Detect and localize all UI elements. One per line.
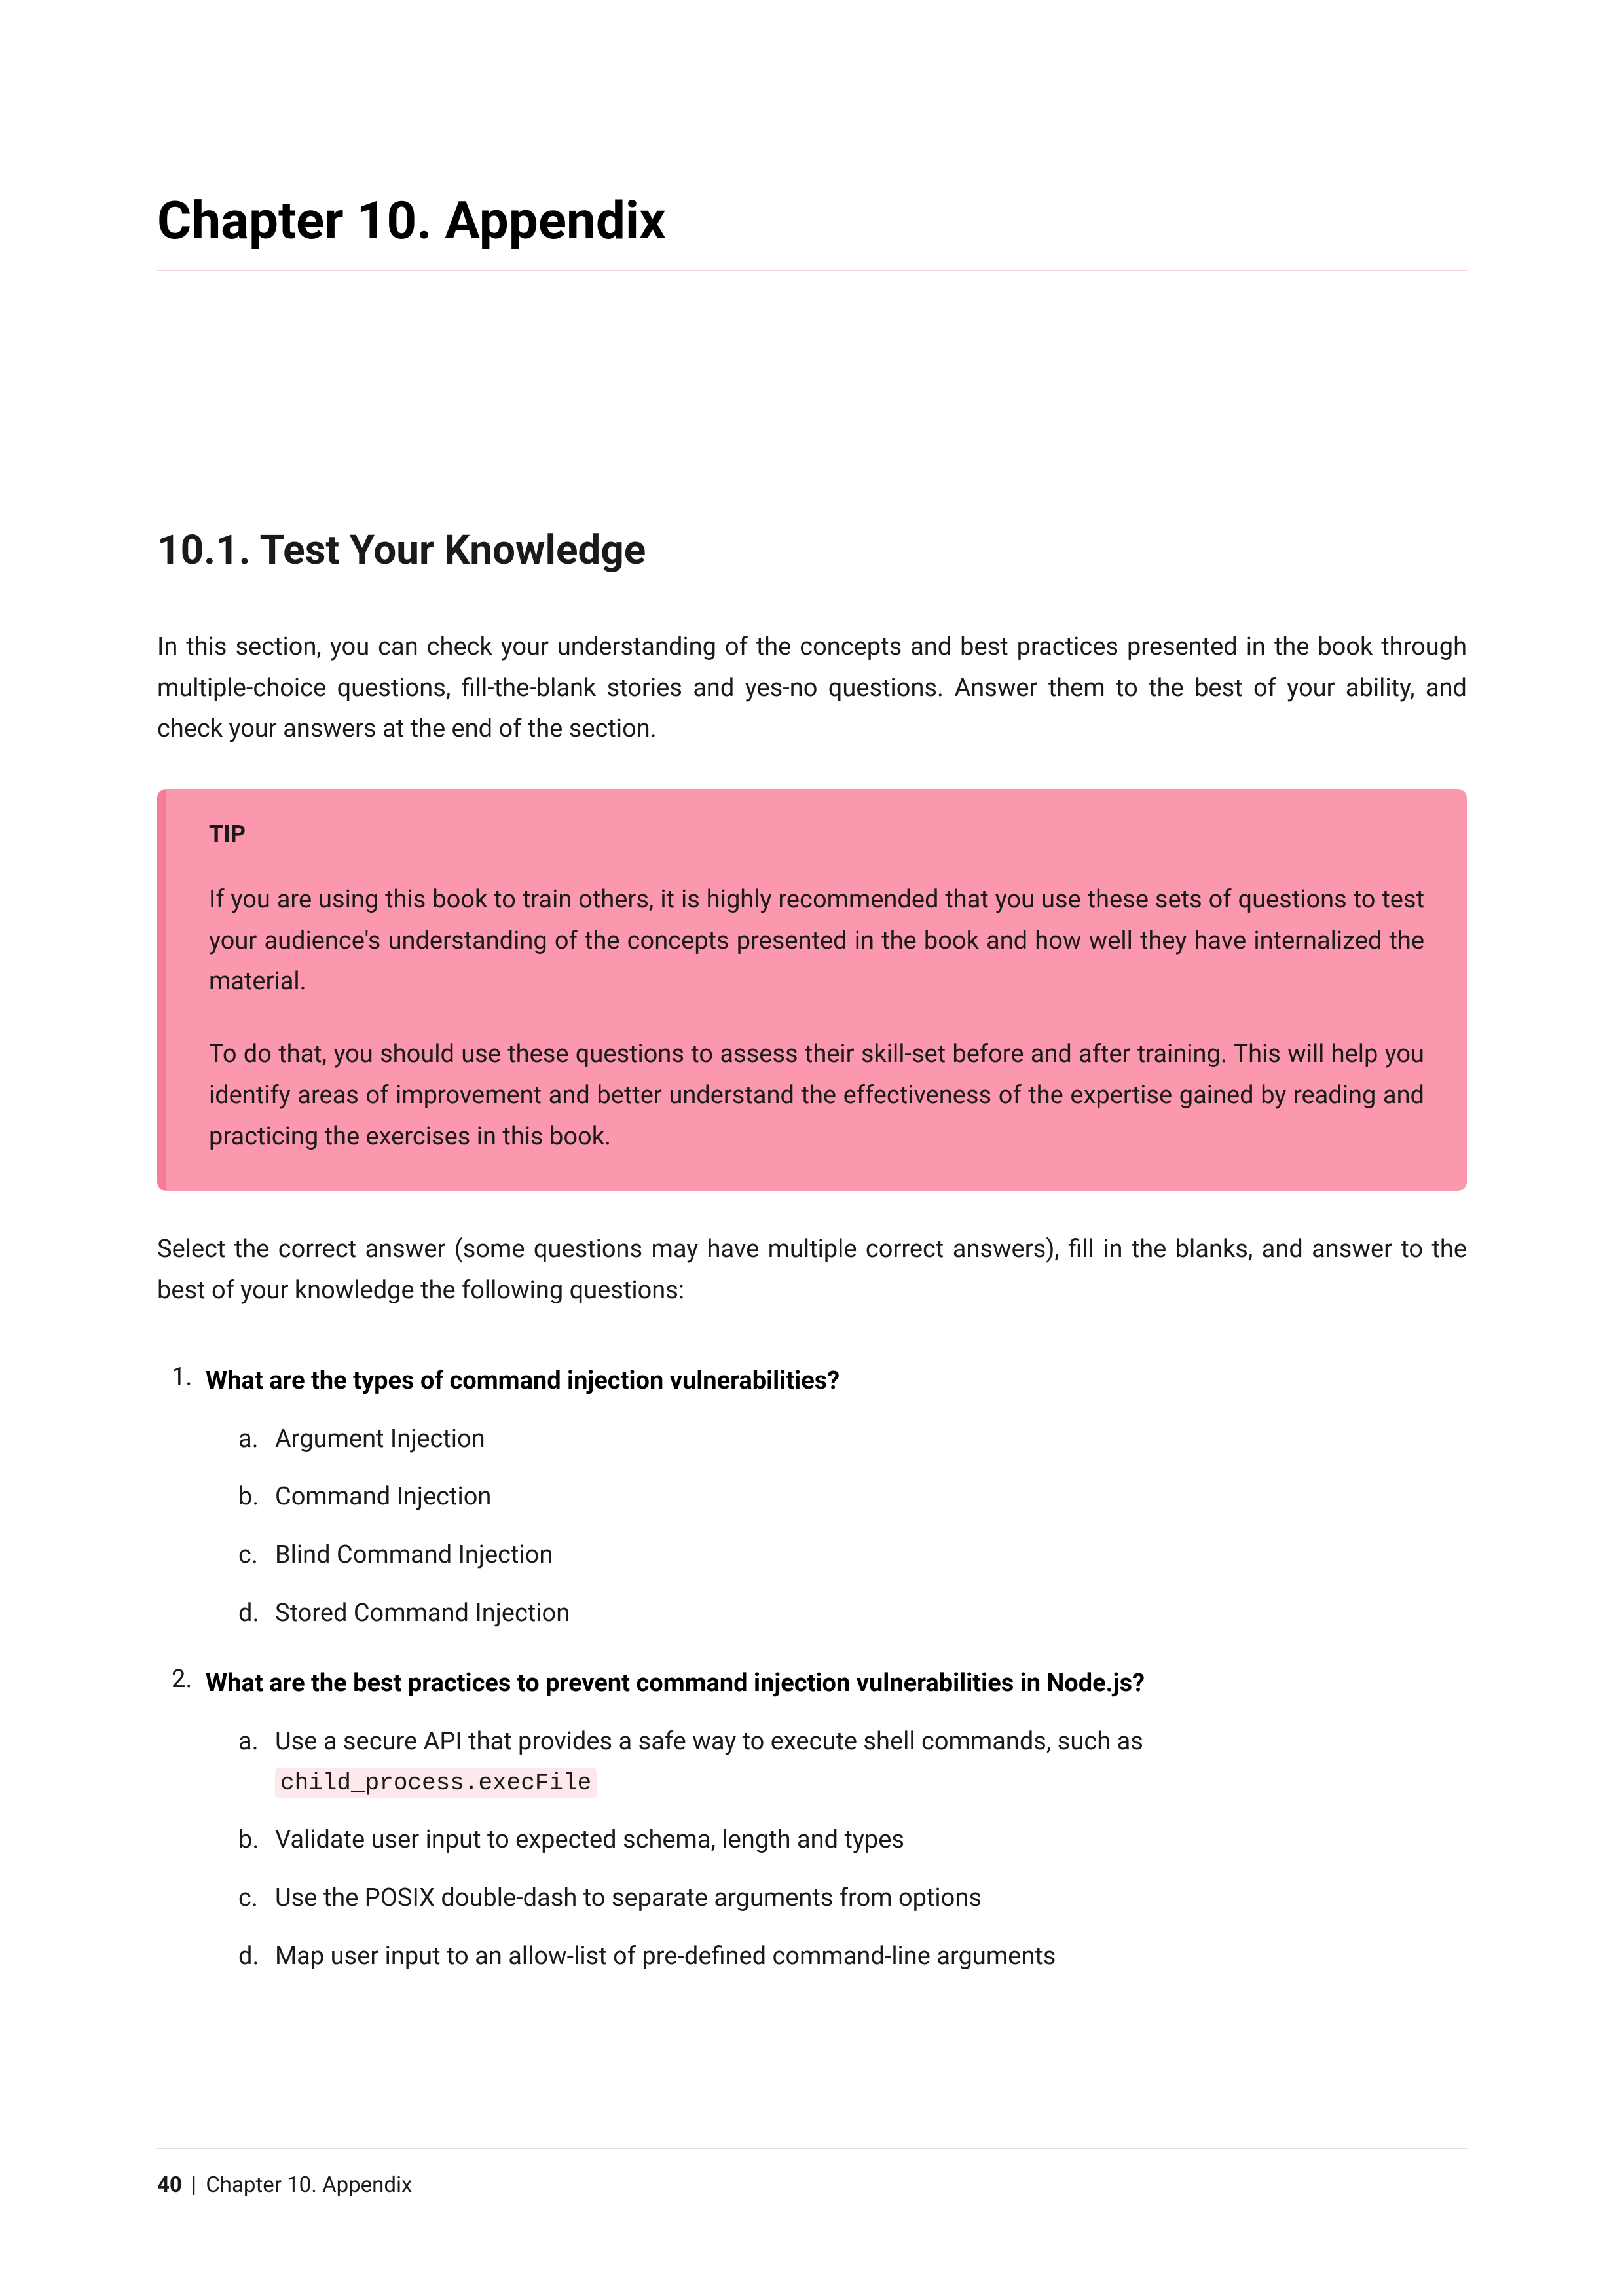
question-item: What are the best practices to prevent c… [157,1665,1467,1977]
footer-page-number: 40 [157,2172,182,2198]
tip-paragraph: To do that, you should use these questio… [209,1034,1424,1157]
footer-separator: | [186,2172,202,2198]
answer-item: Stored Command Injection [238,1594,1467,1633]
answer-item: Validate user input to expected schema, … [238,1820,1467,1860]
question-text: What are the types of command injection … [206,1362,1467,1400]
instruction-text: Select the correct answer (some question… [157,1229,1467,1311]
footer-chapter-label: Chapter 10. Appendix [206,2172,412,2198]
question-item: What are the types of command injection … [157,1362,1467,1633]
answer-item: Argument Injection [238,1419,1467,1459]
chapter-title: Chapter 10. Appendix [157,190,1467,271]
page-footer: 40 | Chapter 10. Appendix [157,2148,1467,2198]
questions-list: What are the types of command injection … [157,1362,1467,1977]
question-text: What are the best practices to prevent c… [206,1665,1467,1702]
answer-text: Use a secure API that provides a safe wa… [275,1727,1143,1756]
tip-label: TIP [209,820,1424,848]
page-container: Chapter 10. Appendix 10.1. Test Your Kno… [0,0,1624,2296]
answer-item: Use the POSIX double-dash to separate ar… [238,1878,1467,1918]
section-title: 10.1. Test Your Knowledge [157,526,1467,574]
section-intro: In this section, you can check your unde… [157,627,1467,750]
answer-item: Blind Command Injection [238,1535,1467,1575]
answers-list: Argument Injection Command Injection Bli… [206,1419,1467,1633]
answer-item: Map user input to an allow-list of pre-d… [238,1937,1467,1977]
answers-list: Use a secure API that provides a safe wa… [206,1722,1467,1977]
tip-callout: TIP If you are using this book to train … [157,789,1467,1191]
answer-item: Use a secure API that provides a safe wa… [238,1722,1467,1802]
tip-paragraph: If you are using this book to train othe… [209,879,1424,1002]
code-snippet: child_process.execFile [275,1768,597,1798]
answer-item: Command Injection [238,1477,1467,1517]
